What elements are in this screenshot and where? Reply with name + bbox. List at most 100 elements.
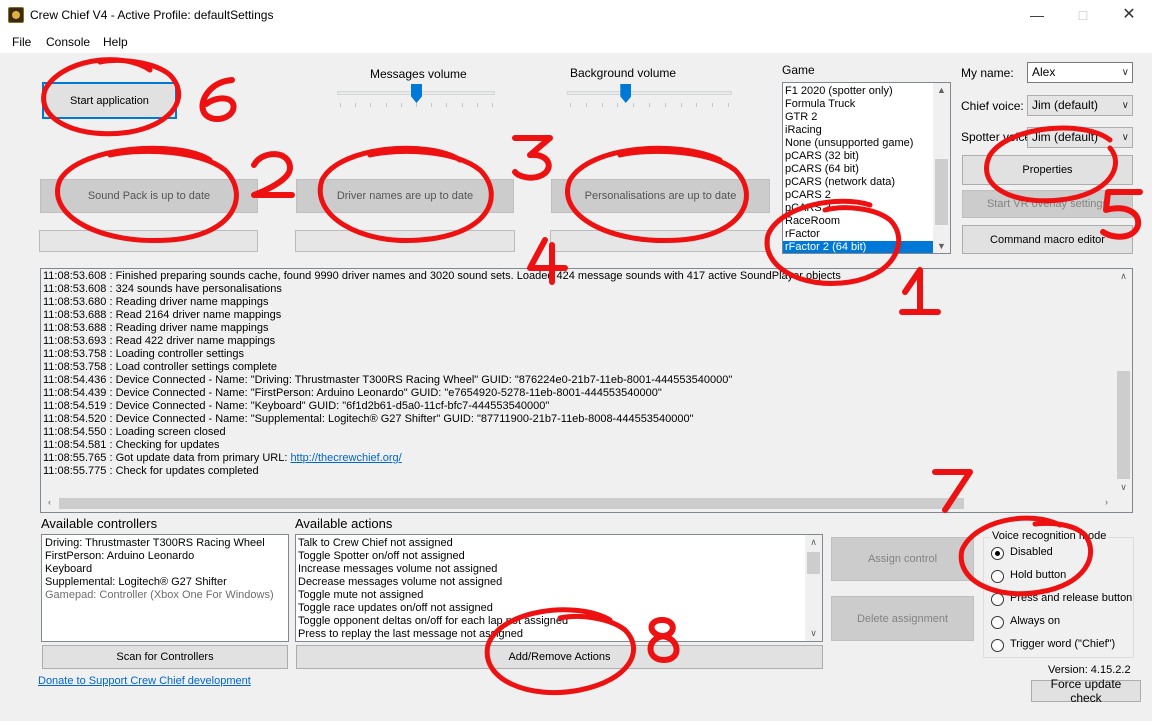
available-actions-label: Available actions bbox=[295, 516, 393, 531]
voice-mode-label[interactable]: Press and release button bbox=[1010, 592, 1132, 604]
delete-assignment-button[interactable]: Delete assignment bbox=[831, 596, 974, 641]
scroll-down-icon[interactable]: ∨ bbox=[1115, 482, 1132, 493]
annotation-number-6 bbox=[199, 77, 237, 122]
actions-listbox[interactable]: Talk to Crew Chief not assigned Toggle Sp… bbox=[295, 534, 823, 642]
my-name-combo[interactable]: Alex ∨ bbox=[1027, 62, 1133, 83]
action-item[interactable]: Toggle race updates on/off not assigned bbox=[296, 602, 822, 615]
add-remove-actions-button[interactable]: Add/Remove Actions bbox=[296, 645, 823, 669]
chevron-down-icon: ∨ bbox=[1121, 132, 1129, 143]
chief-voice-combo[interactable]: Jim (default) ∨ bbox=[1027, 95, 1133, 116]
game-list-scroll-thumb[interactable] bbox=[935, 159, 948, 225]
controller-item[interactable]: Driving: Thrustmaster T300RS Racing Whee… bbox=[42, 537, 288, 550]
voice-mode-radio[interactable] bbox=[991, 616, 1004, 629]
background-volume-track[interactable] bbox=[567, 91, 732, 95]
game-list-scrollbar[interactable]: ▲ ▼ bbox=[933, 83, 950, 253]
close-icon[interactable]: ✕ bbox=[1106, 0, 1152, 31]
controller-item[interactable]: FirstPerson: Arduino Leonardo bbox=[42, 550, 288, 563]
vr-overlay-settings-button[interactable]: Start VR overlay settings bbox=[962, 190, 1133, 218]
slider-tick bbox=[340, 103, 341, 107]
slider-tick bbox=[385, 103, 387, 107]
voice-mode-radio[interactable] bbox=[991, 639, 1004, 652]
log-line: 11:08:54.439 : Device Connected - Name: … bbox=[43, 387, 662, 399]
menu-file[interactable]: File bbox=[12, 35, 31, 49]
game-list-item[interactable]: F1 2020 (spotter only) bbox=[783, 85, 935, 98]
game-list-item[interactable]: pCARS (32 bit) bbox=[783, 150, 935, 163]
game-list-item[interactable]: rFactor bbox=[783, 228, 935, 241]
driver-names-update-button[interactable]: Driver names are up to date bbox=[296, 179, 514, 213]
game-label: Game bbox=[782, 63, 815, 77]
assign-control-button[interactable]: Assign control bbox=[831, 537, 974, 581]
actions-scroll-thumb[interactable] bbox=[807, 552, 820, 574]
scroll-right-icon[interactable]: › bbox=[1098, 497, 1115, 507]
actions-scrollbar[interactable]: ∧ ∨ bbox=[805, 535, 822, 641]
minimize-icon[interactable]: — bbox=[1014, 0, 1060, 31]
log-line: 11:08:53.758 : Load controller settings … bbox=[43, 361, 278, 373]
voice-mode-label[interactable]: Always on bbox=[1010, 615, 1060, 627]
action-item[interactable]: Press to replay the last message not ass… bbox=[296, 628, 822, 641]
game-list-item[interactable]: pCARS (network data) bbox=[783, 176, 935, 189]
game-list-item[interactable]: rFactor 2 (64 bit) bbox=[783, 241, 935, 253]
voice-mode-radio[interactable] bbox=[991, 570, 1004, 583]
scroll-down-icon[interactable]: ∨ bbox=[805, 628, 822, 639]
slider-tick bbox=[370, 103, 372, 107]
crew-chief-url-link[interactable]: http://thecrewchief.org/ bbox=[290, 452, 401, 464]
log-hscroll-thumb[interactable] bbox=[59, 498, 964, 509]
sound-pack-update-button[interactable]: Sound Pack is up to date bbox=[40, 179, 258, 213]
messages-volume-thumb[interactable] bbox=[411, 84, 422, 103]
controllers-listbox[interactable]: Driving: Thrustmaster T300RS Racing Whee… bbox=[41, 534, 289, 642]
voice-mode-label[interactable]: Trigger word ("Chief") bbox=[1010, 638, 1115, 650]
personalisations-update-button[interactable]: Personalisations are up to date bbox=[551, 179, 770, 213]
slider-tick bbox=[664, 103, 666, 107]
maximize-icon[interactable]: □ bbox=[1060, 0, 1106, 31]
game-listbox[interactable]: F1 2020 (spotter only) Formula Truck GTR 2… bbox=[782, 82, 951, 254]
game-list-item[interactable]: pCARS 2 bbox=[783, 189, 935, 202]
game-list-item[interactable]: Formula Truck bbox=[783, 98, 935, 111]
action-item[interactable]: Toggle Spotter on/off not assigned bbox=[296, 550, 822, 563]
log-horizontal-scrollbar[interactable]: ‹ › bbox=[41, 495, 1115, 512]
spotter-voice-combo[interactable]: Jim (default) ∨ bbox=[1027, 127, 1133, 148]
background-volume-thumb[interactable] bbox=[620, 84, 632, 103]
scan-controllers-button[interactable]: Scan for Controllers bbox=[42, 645, 288, 669]
scroll-down-icon[interactable]: ▼ bbox=[933, 241, 950, 251]
scroll-left-icon[interactable]: ‹ bbox=[41, 497, 58, 507]
menu-help[interactable]: Help bbox=[103, 35, 128, 49]
scroll-up-icon[interactable]: ∧ bbox=[805, 537, 822, 548]
properties-button[interactable]: Properties bbox=[962, 155, 1133, 185]
donate-link[interactable]: Donate to Support Crew Chief development bbox=[38, 675, 251, 687]
force-update-check-button[interactable]: Force update check bbox=[1031, 677, 1141, 705]
game-list-item[interactable]: pCARS (64 bit) bbox=[783, 163, 935, 176]
log-line: 11:08:53.693 : Read 422 driver name mapp… bbox=[43, 335, 276, 347]
spotter-voice-value: Jim (default) bbox=[1032, 130, 1099, 144]
annotation-number-2 bbox=[251, 151, 295, 198]
voice-mode-radio[interactable] bbox=[991, 547, 1004, 560]
game-list-item[interactable]: iRacing bbox=[783, 124, 935, 137]
voice-mode-label[interactable]: Disabled bbox=[1010, 546, 1053, 558]
voice-mode-label[interactable]: Hold button bbox=[1010, 569, 1066, 581]
game-list-item[interactable]: GTR 2 bbox=[783, 111, 935, 124]
scroll-up-icon[interactable]: ▲ bbox=[933, 85, 950, 95]
spotter-voice-label: Spotter voice: bbox=[961, 130, 1035, 144]
menu-console[interactable]: Console bbox=[46, 35, 90, 49]
log-scroll-thumb[interactable] bbox=[1117, 371, 1130, 479]
scroll-up-icon[interactable]: ∧ bbox=[1115, 271, 1132, 282]
log-vertical-scrollbar[interactable]: ∧ ∨ bbox=[1115, 269, 1132, 495]
game-list-item[interactable]: pCARS 3 bbox=[783, 202, 935, 215]
start-application-button[interactable]: Start application bbox=[42, 82, 177, 119]
console-log[interactable]: 11:08:53.608 : Finished preparing sounds… bbox=[40, 268, 1133, 513]
log-line: 11:08:54.519 : Device Connected - Name: … bbox=[43, 400, 550, 412]
game-list-item[interactable]: RaceRoom bbox=[783, 215, 935, 228]
action-item[interactable]: Toggle opponent deltas on/off for each l… bbox=[296, 615, 822, 628]
action-item[interactable]: Increase messages volume not assigned bbox=[296, 563, 822, 576]
driver-names-progress bbox=[295, 230, 515, 252]
action-item[interactable]: Talk to Crew Chief not assigned bbox=[296, 537, 822, 550]
controller-item[interactable]: Supplemental: Logitech® G27 Shifter bbox=[42, 576, 288, 589]
action-item[interactable]: Decrease messages volume not assigned bbox=[296, 576, 822, 589]
chevron-down-icon: ∨ bbox=[1121, 67, 1129, 78]
game-list-item[interactable]: None (unsupported game) bbox=[783, 137, 935, 150]
action-item[interactable]: Toggle mute not assigned bbox=[296, 589, 822, 602]
voice-mode-radio[interactable] bbox=[991, 593, 1004, 606]
personalisations-progress bbox=[550, 230, 770, 252]
command-macro-editor-button[interactable]: Command macro editor bbox=[962, 225, 1133, 254]
log-line-update-url: 11:08:55.765 : Got update data from prim… bbox=[41, 452, 1132, 465]
controller-item[interactable]: Keyboard bbox=[42, 563, 288, 576]
